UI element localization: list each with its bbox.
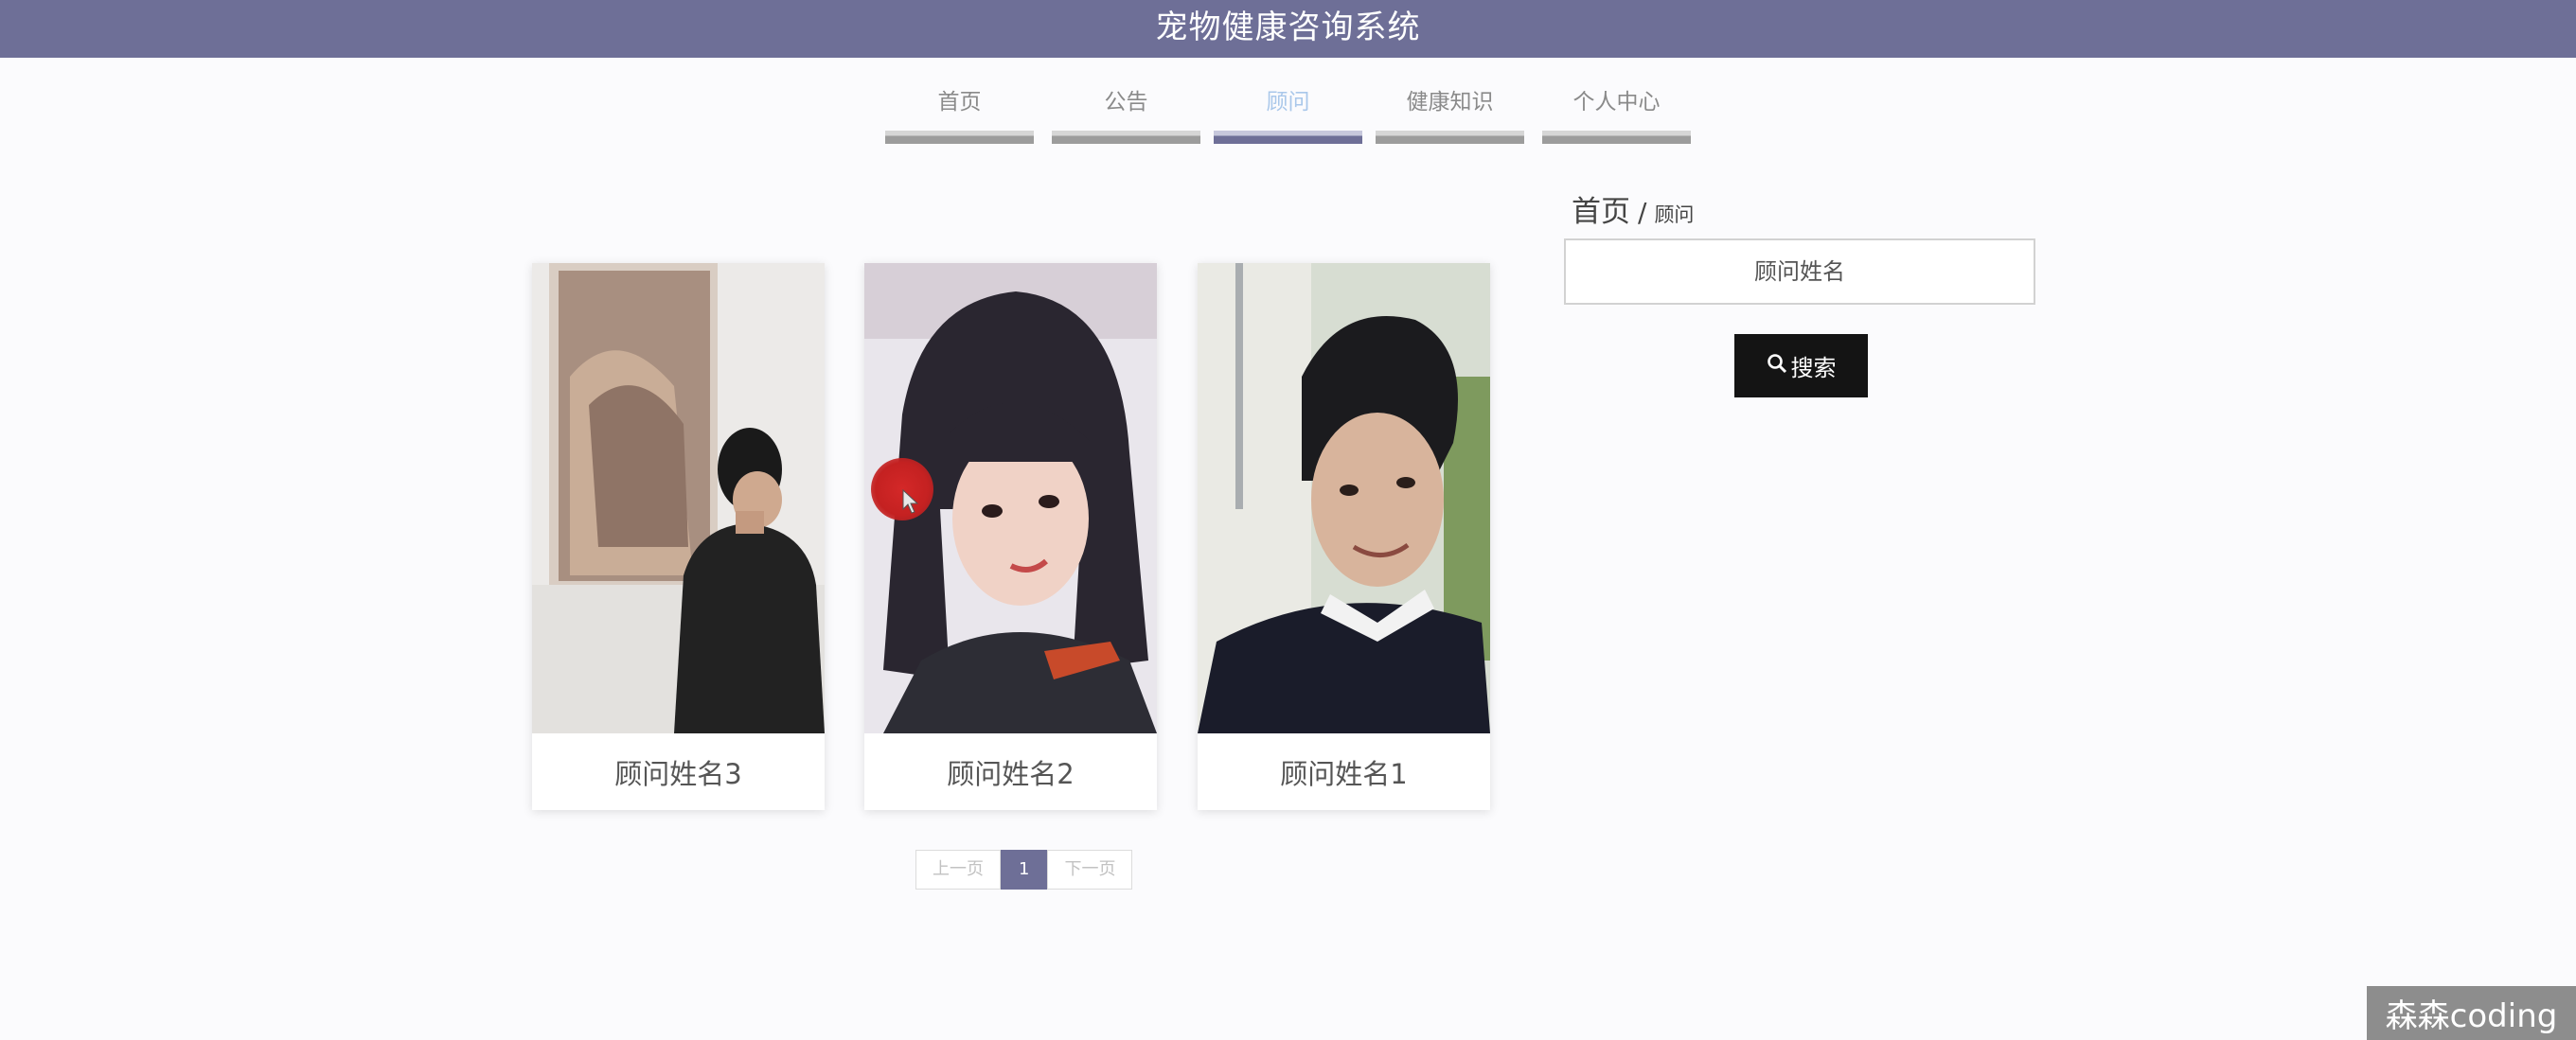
search-icon xyxy=(1767,353,1787,379)
consultant-name: 顾问姓名1 xyxy=(1280,757,1408,790)
next-page-button[interactable]: 下一页 xyxy=(1047,850,1133,890)
nav-item-underline xyxy=(885,131,1034,144)
consultant-photo[interactable] xyxy=(532,263,825,733)
nav-item-underline xyxy=(1542,131,1691,144)
nav-item-personal-center[interactable]: 个人中心 xyxy=(1542,83,1691,144)
consultant-card[interactable]: 顾问姓名3 xyxy=(532,263,825,810)
search-button[interactable]: 搜索 xyxy=(1734,334,1868,397)
nav-item-consultants[interactable]: 顾问 xyxy=(1214,83,1362,144)
consultant-name: 顾问姓名2 xyxy=(947,757,1075,790)
nav-item-label: 个人中心 xyxy=(1572,90,1661,115)
consultant-name-search-input[interactable] xyxy=(1564,238,2035,305)
prev-page-button[interactable]: 上一页 xyxy=(915,850,1001,890)
breadcrumb-separator: / xyxy=(1638,197,1647,228)
top-header: 宠物健康咨询系统 xyxy=(0,0,2576,58)
breadcrumb-current: 顾问 xyxy=(1654,203,1695,226)
nav-item-underline xyxy=(1052,131,1200,144)
page-number-button[interactable]: 1 xyxy=(1001,850,1048,890)
main-nav: 首页 公告 顾问 健康知识 个人中心 xyxy=(0,83,2576,144)
consultant-photo[interactable] xyxy=(1198,263,1490,733)
pagination: 上一页 1 下一页 xyxy=(915,850,1133,890)
nav-item-label: 顾问 xyxy=(1266,90,1310,115)
nav-item-underline xyxy=(1376,131,1524,144)
nav-item-home[interactable]: 首页 xyxy=(885,83,1034,144)
nav-item-label: 公告 xyxy=(1104,90,1148,115)
nav-item-health-knowledge[interactable]: 健康知识 xyxy=(1376,83,1524,144)
cursor-highlight xyxy=(871,458,933,520)
nav-item-notices[interactable]: 公告 xyxy=(1052,83,1200,144)
search-button-label: 搜索 xyxy=(1790,355,1837,381)
consultant-name: 顾问姓名3 xyxy=(614,757,742,790)
consultant-card[interactable]: 顾问姓名1 xyxy=(1198,263,1490,810)
nav-item-label: 健康知识 xyxy=(1406,90,1494,115)
watermark: 森森coding xyxy=(2367,986,2576,1040)
nav-item-underline xyxy=(1214,131,1362,144)
breadcrumb: 首页 / 顾问 xyxy=(1572,187,1694,230)
consultant-card[interactable]: 顾问姓名2 xyxy=(864,263,1157,810)
breadcrumb-home[interactable]: 首页 xyxy=(1572,187,1630,230)
app-title: 宠物健康咨询系统 xyxy=(1155,9,1421,46)
nav-item-label: 首页 xyxy=(937,90,982,115)
